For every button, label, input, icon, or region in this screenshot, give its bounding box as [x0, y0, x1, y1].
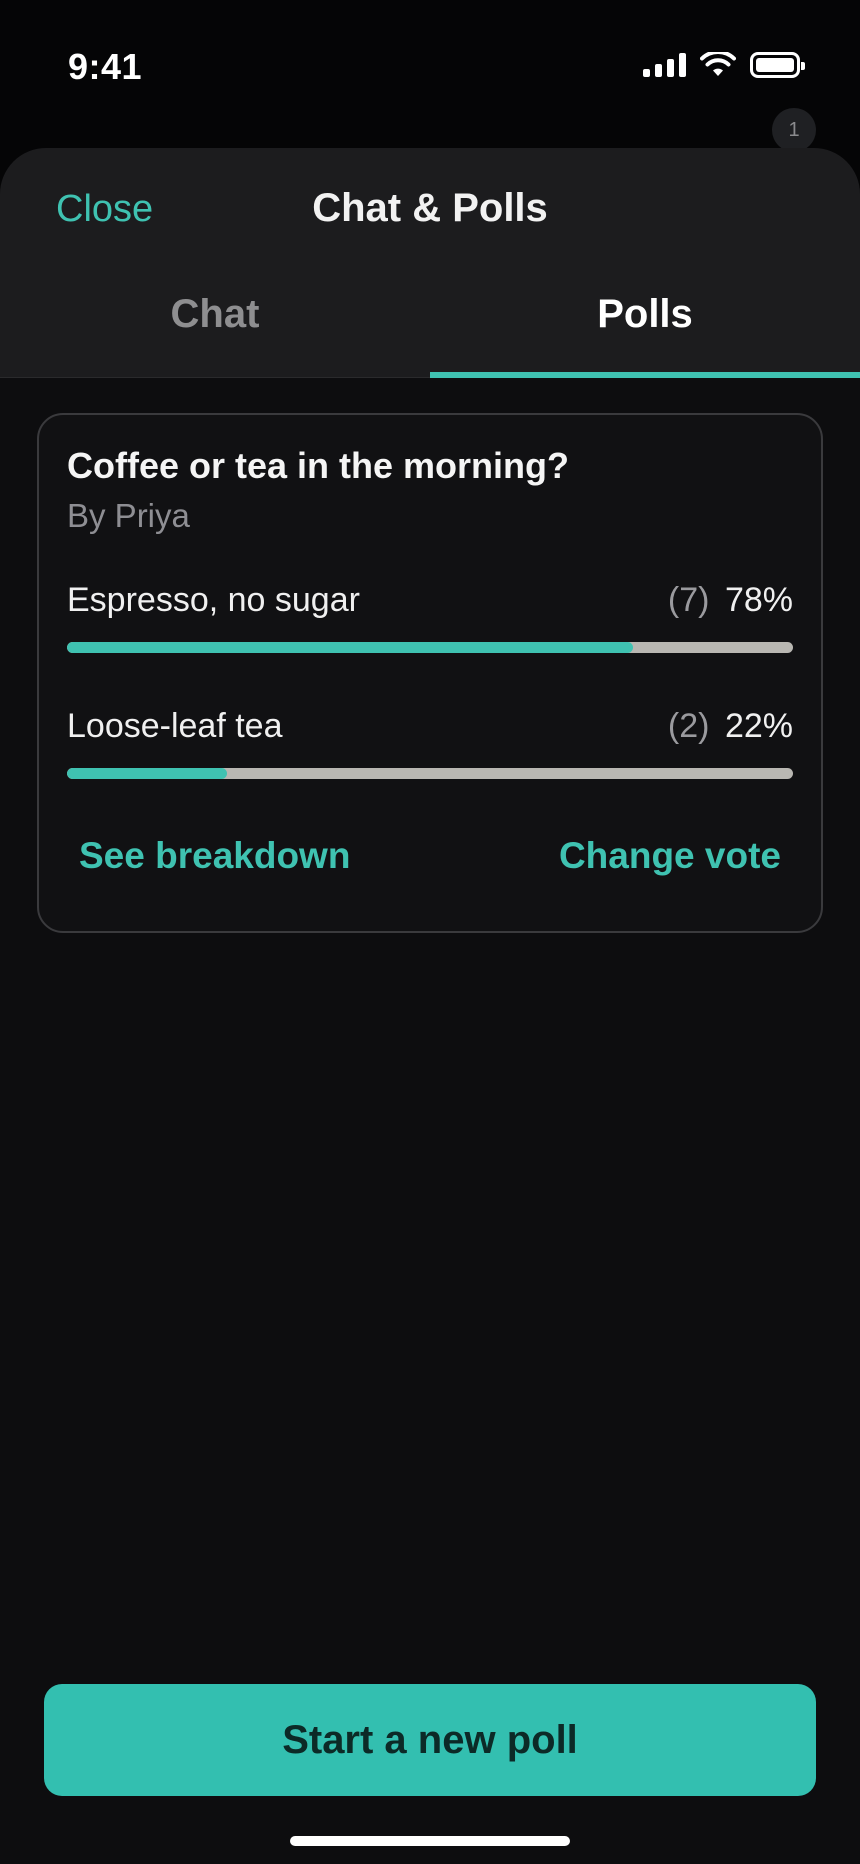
screen: 9:41 1 Close Chat & Polls Chat Polls Cof…	[0, 0, 860, 1864]
poll-card: Coffee or tea in the morning? By Priya E…	[37, 413, 823, 933]
poll-actions: See breakdown Change vote	[67, 835, 793, 877]
home-indicator	[290, 1836, 570, 1846]
tab-chat[interactable]: Chat	[0, 268, 430, 377]
option-percent: 22%	[724, 707, 793, 745]
see-breakdown-button[interactable]: See breakdown	[79, 835, 350, 877]
option-stats: (2) 22%	[668, 707, 793, 746]
battery-icon	[750, 52, 805, 78]
wifi-icon	[700, 52, 736, 76]
option-label: Loose-leaf tea	[67, 707, 283, 745]
status-icons	[643, 52, 805, 78]
start-new-poll-button[interactable]: Start a new poll	[44, 1684, 816, 1796]
chat-polls-sheet: Close Chat & Polls Chat Polls Coffee or …	[0, 148, 860, 1864]
poll-author: By Priya	[67, 497, 190, 534]
sheet-title: Chat & Polls	[312, 186, 548, 230]
poll-option: Loose-leaf tea (2) 22%	[67, 707, 793, 779]
option-label: Espresso, no sugar	[67, 581, 360, 619]
sheet-header: Close Chat & Polls Chat Polls	[0, 148, 860, 378]
option-vote-count: (7)	[667, 581, 710, 619]
option-vote-count: (2)	[667, 707, 710, 745]
status-time: 9:41	[68, 46, 143, 87]
option-percent: 78%	[724, 581, 793, 619]
tab-bar: Chat Polls	[0, 268, 860, 378]
cellular-signal-icon	[643, 53, 686, 77]
tab-polls[interactable]: Polls	[430, 268, 860, 378]
poll-question: Coffee or tea in the morning?	[67, 445, 570, 486]
option-progress-track	[67, 642, 793, 653]
option-stats: (7) 78%	[668, 581, 793, 620]
option-progress-fill	[67, 768, 227, 779]
status-bar: 9:41	[0, 0, 860, 140]
notification-badge[interactable]: 1	[772, 108, 816, 152]
change-vote-button[interactable]: Change vote	[559, 835, 781, 877]
option-progress-fill	[67, 642, 634, 653]
option-progress-track	[67, 768, 793, 779]
poll-option: Espresso, no sugar (7) 78%	[67, 581, 793, 653]
